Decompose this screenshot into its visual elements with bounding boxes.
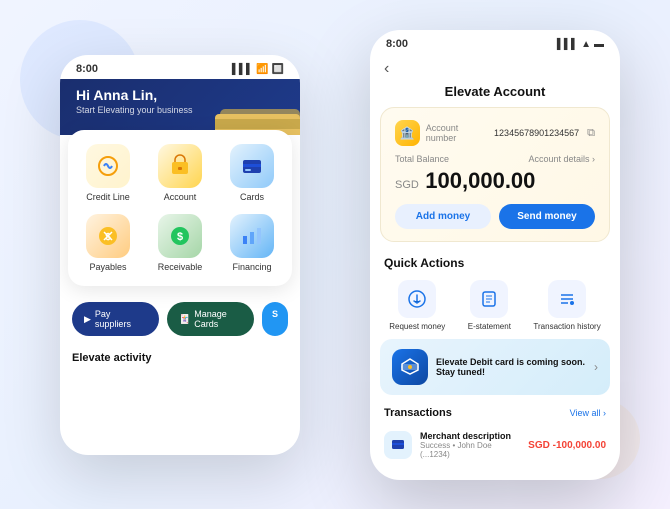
right-signal-icon: ▌▌▌ — [557, 39, 578, 50]
transaction-amount: SGD -100,000.00 — [528, 440, 606, 451]
cards-label: Cards — [240, 192, 264, 202]
right-wifi-icon: ▲ — [581, 39, 591, 50]
pay-suppliers-button[interactable]: ▶ Pay suppliers — [72, 302, 159, 336]
right-status-time: 8:00 — [386, 38, 408, 50]
view-all-link[interactable]: View all › — [570, 408, 606, 418]
notification-banner[interactable]: Elevate Debit card is coming soon. Stay … — [380, 339, 610, 395]
s-button[interactable]: S — [262, 302, 288, 336]
card-sm-icon: 🃏 — [179, 314, 190, 325]
transaction-info: Merchant description Success • John Doe … — [420, 431, 520, 459]
estatement-icon — [470, 280, 508, 318]
quick-actions-row: Request money E-statement Transaction hi… — [370, 276, 620, 339]
credit-line-icon — [86, 144, 130, 188]
battery-icon: 🔲 — [272, 64, 284, 75]
account-number-label: Account number — [426, 123, 488, 143]
financing-label: Financing — [232, 262, 271, 272]
balance-display: SGD 100,000.00 — [395, 168, 595, 194]
transactions-title: Transactions — [384, 407, 452, 419]
right-header: ‹ — [370, 54, 620, 84]
total-balance-label: Total Balance — [395, 154, 449, 164]
balance-currency: SGD — [395, 179, 419, 191]
quick-actions-popup: Credit Line Account Cards — [68, 130, 292, 286]
copy-icon[interactable]: ⧉ — [587, 127, 595, 140]
greeting-hi: Hi Anna Lin, — [76, 87, 284, 103]
elevate-activity-title: Elevate activity — [60, 344, 300, 368]
right-page-title: Elevate Account — [370, 84, 620, 107]
quick-action-history[interactable]: Transaction history — [533, 280, 600, 331]
back-button[interactable]: ‹ — [384, 60, 389, 78]
transaction-icon — [384, 431, 412, 459]
action-cards[interactable]: Cards — [222, 144, 282, 202]
financing-icon — [230, 214, 274, 258]
send-money-button[interactable]: Send money — [499, 204, 595, 229]
transaction-item: Merchant description Success • John Doe … — [370, 425, 620, 465]
phones-container: 8:00 ▌▌▌ 📶 🔲 Hi Anna Lin, Start Elevatin… — [0, 0, 670, 509]
account-card-icon: 🏦 — [395, 120, 420, 146]
payables-label: Payables — [89, 262, 126, 272]
account-details-link[interactable]: Account details › — [528, 154, 595, 164]
account-icon — [158, 144, 202, 188]
greeting-sub: Start Elevating your business — [76, 105, 284, 115]
history-label: Transaction history — [533, 322, 600, 331]
quick-action-request-money[interactable]: Request money — [389, 280, 445, 331]
play-icon: ▶ — [84, 314, 91, 325]
receivable-label: Receivable — [158, 262, 203, 272]
balance-amount: 100,000.00 — [425, 168, 535, 193]
add-money-button[interactable]: Add money — [395, 204, 491, 229]
action-account[interactable]: Account — [150, 144, 210, 202]
receivable-icon: $ — [158, 214, 202, 258]
left-status-bar: 8:00 ▌▌▌ 📶 🔲 — [60, 55, 300, 79]
account-number-row: 🏦 Account number 12345678901234567 ⧉ — [395, 120, 595, 146]
account-buttons: Add money Send money — [395, 204, 595, 229]
transaction-sub: Success • John Doe (...1234) — [420, 441, 520, 459]
request-money-label: Request money — [389, 322, 445, 331]
greeting-block: Hi Anna Lin, Start Elevating your busine… — [76, 87, 284, 115]
pay-suppliers-label: Pay suppliers — [95, 309, 147, 329]
quick-action-estatement[interactable]: E-statement — [468, 280, 511, 331]
svg-text:$: $ — [177, 231, 183, 243]
request-money-icon — [398, 280, 436, 318]
history-icon — [548, 280, 586, 318]
account-card: 🏦 Account number 12345678901234567 ⧉ Tot… — [380, 107, 610, 242]
action-receivable[interactable]: $ Receivable — [150, 214, 210, 272]
right-battery-icon: ▬ — [594, 39, 604, 50]
account-label: Account — [164, 192, 197, 202]
notification-text: Elevate Debit card is coming soon. Stay … — [436, 357, 586, 377]
payables-icon: $ — [86, 214, 130, 258]
credit-line-label: Credit Line — [86, 192, 130, 202]
action-grid: Credit Line Account Cards — [78, 144, 282, 272]
phone-header-bg: Hi Anna Lin, Start Elevating your busine… — [60, 79, 300, 135]
transactions-header: Transactions View all › — [370, 403, 620, 425]
balance-row: Total Balance Account details › — [395, 154, 595, 164]
left-status-icons: ▌▌▌ 📶 🔲 — [232, 64, 284, 75]
account-number-value: 12345678901234567 — [494, 128, 579, 138]
manage-cards-label: Manage Cards — [194, 309, 242, 329]
action-credit-line[interactable]: Credit Line — [78, 144, 138, 202]
bottom-buttons: ▶ Pay suppliers 🃏 Manage Cards S — [60, 294, 300, 344]
phone-left: 8:00 ▌▌▌ 📶 🔲 Hi Anna Lin, Start Elevatin… — [60, 55, 300, 455]
signal-icon: ▌▌▌ — [232, 64, 253, 75]
action-payables[interactable]: $ Payables — [78, 214, 138, 272]
right-status-bar: 8:00 ▌▌▌ ▲ ▬ — [370, 30, 620, 54]
quick-actions-title: Quick Actions — [370, 250, 620, 276]
estatement-label: E-statement — [468, 322, 511, 331]
manage-cards-button[interactable]: 🃏 Manage Cards — [167, 302, 254, 336]
phone-right: 8:00 ▌▌▌ ▲ ▬ ‹ Elevate Account 🏦 Account… — [370, 30, 620, 480]
wifi-icon: 📶 — [256, 64, 268, 75]
notification-icon — [392, 349, 428, 385]
left-status-time: 8:00 — [76, 63, 98, 75]
transaction-name: Merchant description — [420, 431, 520, 441]
action-financing[interactable]: Financing — [222, 214, 282, 272]
notification-title: Elevate Debit card is coming soon. Stay … — [436, 357, 586, 377]
right-status-icons: ▌▌▌ ▲ ▬ — [557, 39, 604, 50]
notification-arrow-icon: › — [594, 360, 598, 374]
cards-icon — [230, 144, 274, 188]
